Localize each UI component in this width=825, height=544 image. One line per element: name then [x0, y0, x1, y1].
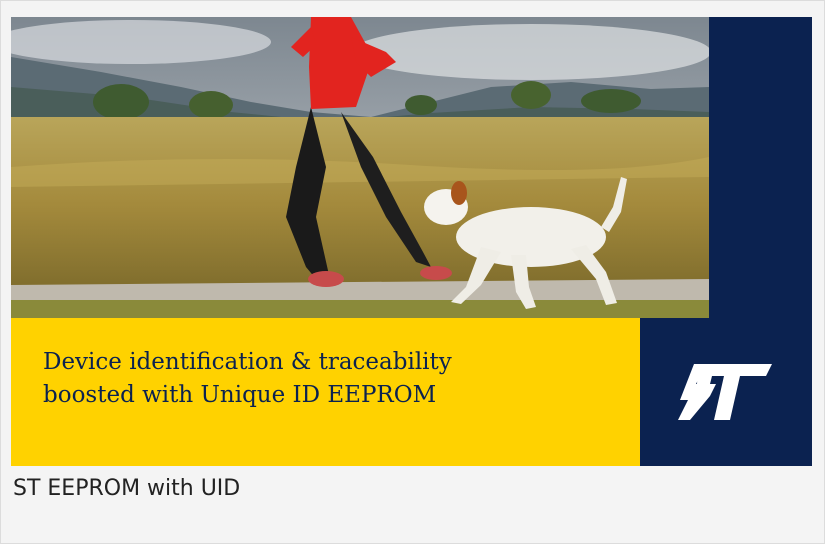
- promo-banner[interactable]: Device identification & traceability boo…: [11, 17, 812, 466]
- st-logo: [640, 318, 812, 466]
- runner-with-dog-illustration: [11, 17, 709, 318]
- card-title[interactable]: ST EEPROM with UID: [13, 476, 240, 501]
- hero-photo: [11, 17, 709, 318]
- banner-caption: Device identification & traceability boo…: [43, 349, 452, 408]
- st-logo-icon: [678, 364, 772, 420]
- product-card[interactable]: Device identification & traceability boo…: [0, 0, 825, 544]
- caption-box: Device identification & traceability boo…: [11, 318, 640, 466]
